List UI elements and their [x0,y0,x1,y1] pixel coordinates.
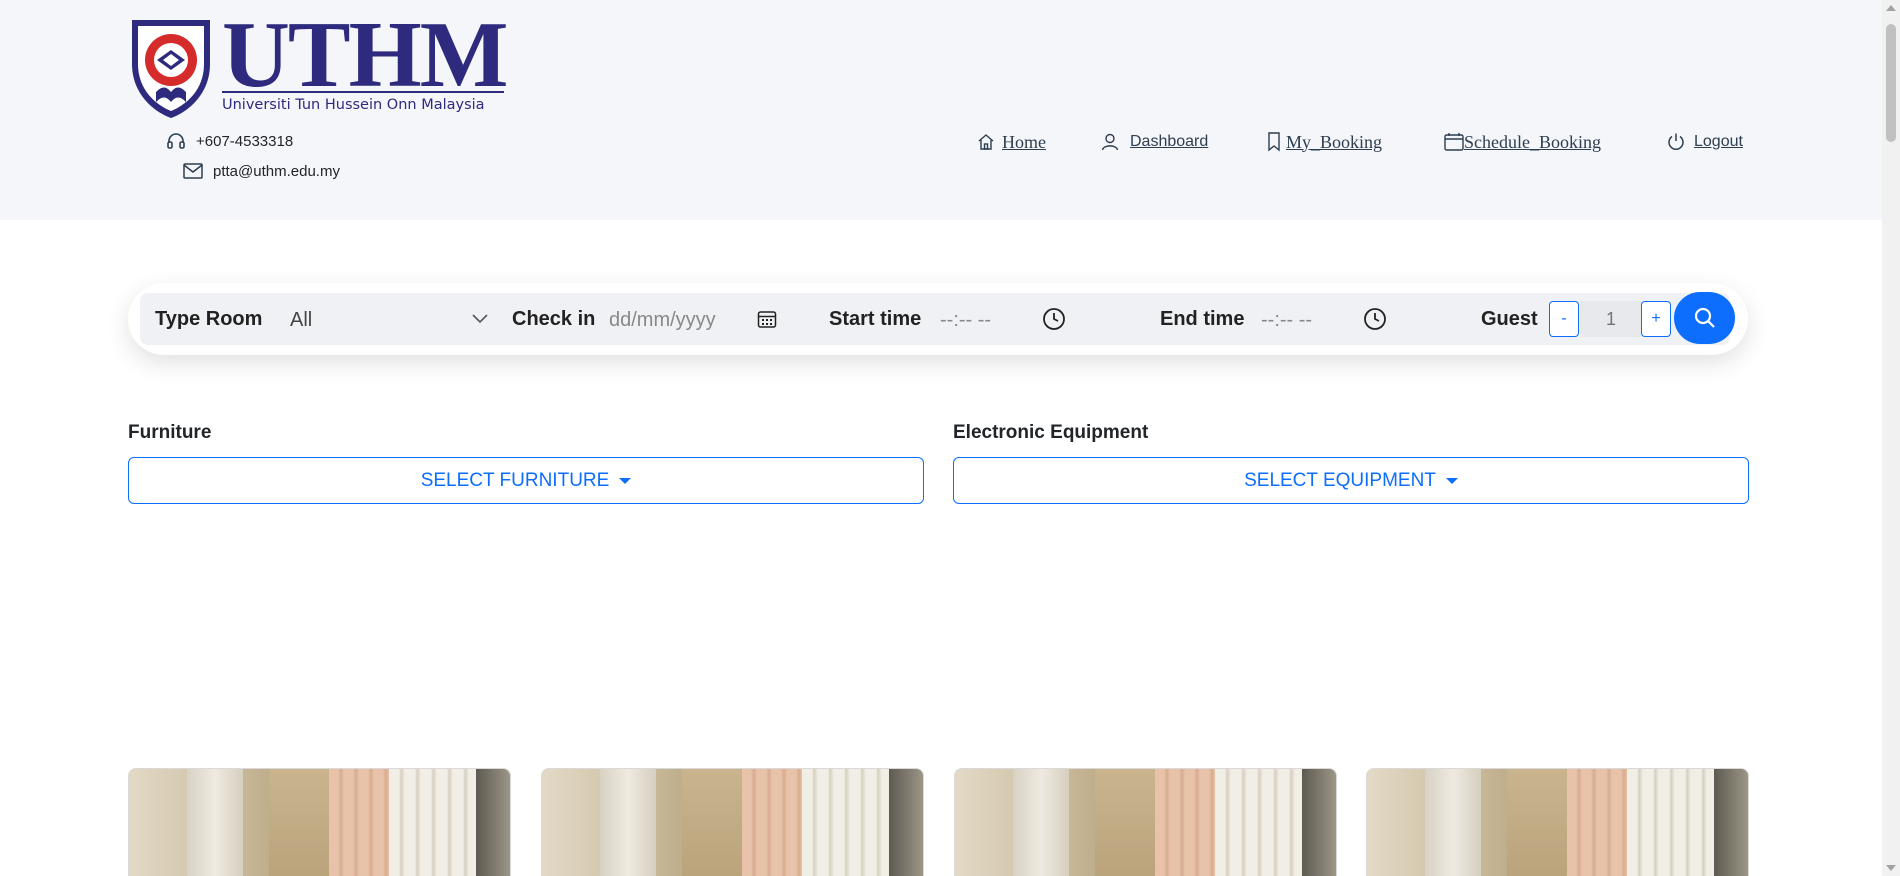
check-in-label: Check in [512,308,596,330]
select-furniture-label: SELECT FURNITURE [420,469,610,491]
phone-number: +607-4533318 [196,132,294,150]
contact-email: ptta@uthm.edu.my [183,161,340,181]
room-card[interactable] [954,768,1337,876]
select-furniture-dropdown[interactable]: SELECT FURNITURE [128,457,924,504]
power-icon [1666,132,1686,152]
guest-increment-button[interactable]: + [1641,301,1671,337]
uthm-crest-icon [132,20,210,118]
nav-my-booking[interactable]: My_Booking [1264,128,1382,156]
scroll-down-arrow-icon[interactable] [1886,865,1896,871]
scroll-thumb[interactable] [1886,24,1896,142]
furniture-label: Furniture [128,422,212,443]
nav-logout-link[interactable]: Logout [1694,133,1743,151]
caret-down-icon [619,477,632,484]
logo-subtitle: Universiti Tun Hussein Onn Malaysia [222,97,485,113]
end-time-label: End time [1160,308,1245,330]
page-scrollbar[interactable] [1882,0,1900,876]
logo-divider [222,91,504,93]
nav-logout[interactable]: Logout [1666,128,1743,156]
site-header: UTHM Universiti Tun Hussein Onn Malaysia… [0,0,1882,220]
room-photo [542,769,923,876]
scroll-up-arrow-icon[interactable] [1886,5,1896,11]
home-icon [976,132,996,152]
uthm-logo[interactable]: UTHM Universiti Tun Hussein Onn Malaysia [128,8,508,121]
guest-count-input[interactable]: 1 [1580,301,1642,337]
page: UTHM Universiti Tun Hussein Onn Malaysia… [0,0,1900,876]
equipment-label: Electronic Equipment [953,422,1149,443]
guest-label: Guest [1481,308,1538,330]
select-equipment-dropdown[interactable]: SELECT EQUIPMENT [953,457,1749,504]
end-clock-icon[interactable] [1362,306,1388,332]
nav-schedule-booking[interactable]: Schedule_Booking [1444,128,1601,156]
logo-wordmark: UTHM [222,3,508,107]
calendar-picker-icon[interactable] [754,306,780,332]
email-address: ptta@uthm.edu.my [213,162,340,180]
chevron-down-icon[interactable] [467,306,493,332]
user-icon [1100,132,1120,152]
room-photo [129,769,510,876]
start-time-label: Start time [829,308,922,330]
end-time-input[interactable]: --:-- -- [1261,309,1312,332]
start-time-input[interactable]: --:-- -- [940,309,991,332]
search-icon [1694,307,1715,328]
nav-my-booking-link[interactable]: My_Booking [1286,132,1382,153]
nav-dashboard-link[interactable]: Dashboard [1130,133,1208,151]
envelope-icon [183,161,203,181]
room-photo [955,769,1336,876]
bookmark-icon [1264,132,1284,152]
type-room-label: Type Room [155,308,263,330]
caret-down-icon [1445,477,1458,484]
search-button[interactable] [1674,292,1735,344]
room-card[interactable] [128,768,511,876]
start-clock-icon[interactable] [1041,306,1067,332]
check-in-input[interactable]: dd/mm/yyyy [609,309,716,332]
room-card[interactable] [541,768,924,876]
nav-home[interactable]: Home [976,128,1046,156]
contact-phone: +607-4533318 [166,131,293,151]
nav-dashboard[interactable]: Dashboard [1100,128,1208,156]
select-equipment-label: SELECT EQUIPMENT [1244,469,1436,491]
headset-icon [166,131,186,151]
room-photo [1367,769,1748,876]
room-card[interactable] [1366,768,1749,876]
guest-decrement-button[interactable]: - [1549,301,1579,337]
nav-schedule-booking-link[interactable]: Schedule_Booking [1464,132,1601,153]
type-room-select[interactable]: All [290,309,312,332]
calendar-icon [1444,132,1464,152]
nav-home-link[interactable]: Home [1002,132,1046,153]
